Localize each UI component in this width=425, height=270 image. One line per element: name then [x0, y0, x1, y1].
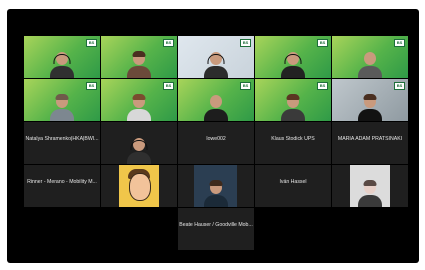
participant-tile[interactable]: [101, 165, 177, 207]
participant-name: Beate Hauser / Goodville Mob...: [179, 222, 253, 228]
participant-tile[interactable]: BS: [101, 79, 177, 121]
logo-badge: BS: [394, 39, 405, 47]
participant-video: [358, 180, 382, 207]
participant-tile[interactable]: BS: [101, 36, 177, 78]
logo-badge: BS: [240, 39, 251, 47]
participant-tile[interactable]: Iowe002: [178, 122, 254, 164]
logo-badge: BS: [163, 82, 174, 90]
participant-tile[interactable]: Iván Hassel: [255, 165, 331, 207]
avatar-illustration: [119, 165, 159, 207]
participant-name: Natalya Shramenko|HKA|BWI...: [25, 136, 99, 142]
participant-tile[interactable]: BS: [24, 79, 100, 121]
participant-video: [204, 95, 228, 121]
logo-badge: BS: [163, 39, 174, 47]
participant-name: Klaus Stodick UPS: [271, 136, 315, 142]
participant-video: [203, 180, 228, 207]
participant-video: [50, 94, 74, 121]
participant-tile[interactable]: Natalya Shramenko|HKA|BWI...: [24, 122, 100, 164]
participant-name: MARIA ADAM PRATSINAKI: [337, 136, 403, 142]
participant-name: Iván Hassel: [279, 179, 307, 185]
participant-video: [281, 52, 305, 78]
participant-tile[interactable]: BS: [24, 36, 100, 78]
participant-video: [127, 94, 151, 121]
participant-name: Rinner - Merano - Mobility M...: [27, 179, 97, 185]
participant-tile[interactable]: BS: [178, 36, 254, 78]
participant-tile[interactable]: BS: [255, 36, 331, 78]
participant-video: [50, 52, 74, 78]
participant-tile[interactable]: MARIA ADAM PRATSINAKI: [332, 122, 408, 164]
avatar-photo: [194, 165, 237, 207]
participant-name: Iowe002: [206, 136, 226, 142]
participant-tile[interactable]: BS: [178, 79, 254, 121]
participant-video: [358, 94, 382, 121]
logo-badge: BS: [317, 39, 328, 47]
avatar-photo: [350, 165, 390, 207]
participant-video: [358, 52, 382, 78]
participant-tile[interactable]: Klaus Stodick UPS: [255, 122, 331, 164]
participant-tile[interactable]: BS: [332, 36, 408, 78]
logo-badge: BS: [394, 82, 405, 90]
participant-video: [204, 52, 228, 78]
logo-badge: BS: [86, 82, 97, 90]
participant-grid: BS BS BS BS BS BS BS BS BS BS Natalya Sh…: [24, 36, 409, 263]
participant-tile[interactable]: Rinner - Merano - Mobility M...: [24, 165, 100, 207]
participant-tile[interactable]: [178, 165, 254, 207]
logo-badge: BS: [317, 82, 328, 90]
participant-tile[interactable]: Beate Hauser / Goodville Mob...: [178, 208, 254, 250]
logo-badge: BS: [86, 39, 97, 47]
participant-video: [127, 138, 151, 164]
participant-tile[interactable]: BS: [332, 79, 408, 121]
participant-video: [281, 94, 305, 121]
participant-tile[interactable]: [101, 122, 177, 164]
participant-tile[interactable]: [332, 165, 408, 207]
logo-badge: BS: [240, 82, 251, 90]
participant-video: [127, 51, 151, 78]
participant-tile[interactable]: BS: [255, 79, 331, 121]
video-meeting-window: BS BS BS BS BS BS BS BS BS BS Natalya Sh…: [7, 9, 419, 263]
